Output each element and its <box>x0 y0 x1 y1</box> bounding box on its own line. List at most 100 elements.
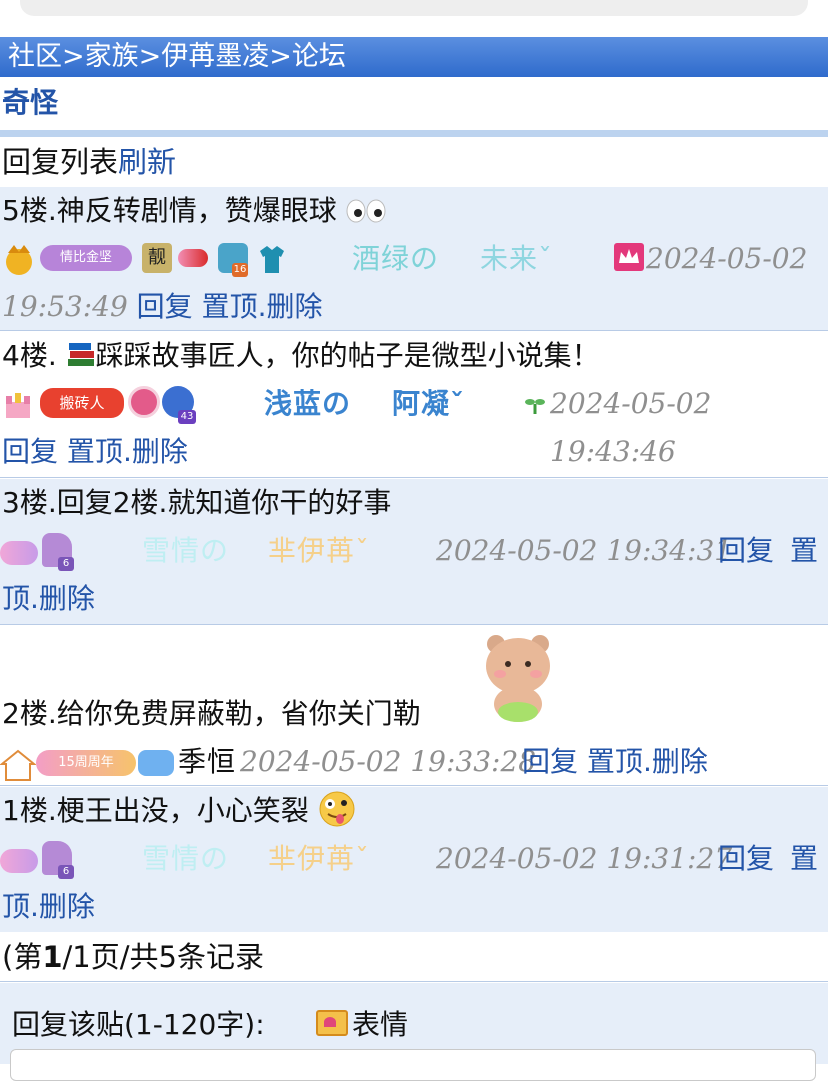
delete-link[interactable]: 删除 <box>267 290 323 323</box>
action-dot: . <box>257 290 267 323</box>
reply-form-label: 回复该贴(1-120字): <box>12 1008 265 1041</box>
pin-link[interactable]: 置顶 <box>202 290 258 323</box>
castle-icon <box>6 393 30 418</box>
pagination-open: (第 <box>2 940 43 974</box>
pagination: (第1/1页/共5条记录 <box>0 932 828 982</box>
badge-love: 情比金坚 <box>40 245 132 271</box>
level-badge: 16 <box>232 263 248 277</box>
house-icon <box>0 749 36 781</box>
user-name-a[interactable]: 雪情の <box>142 527 229 575</box>
badge-worker: 搬砖人 <box>40 388 124 418</box>
pagination-summary: /1页/共5条记录 <box>62 940 264 974</box>
post-content: 回复2楼.就知道你干的好事 <box>56 486 392 519</box>
post-datetime: 2024-05-02 19:33:28 <box>240 745 537 778</box>
user-name-a[interactable]: 酒绿の <box>352 235 439 283</box>
user-name-b[interactable]: 芈伊苒ˇ <box>268 835 370 883</box>
reply-link[interactable]: 回复 <box>137 290 193 323</box>
user-name-b[interactable]: 芈伊苒ˇ <box>268 527 370 575</box>
post-floor-1: 1楼.梗王出没，小心笑裂 6 雪情の 芈伊苒ˇ 2024-05-02 19:31… <box>0 787 828 932</box>
user-name[interactable]: 季恒 <box>178 738 236 786</box>
breadcrumb: 社区>家族>伊苒墨凌>论坛 <box>0 37 828 77</box>
post-text: 3楼.回复2楼.就知道你干的好事 <box>0 479 828 527</box>
refresh-link[interactable]: 刷新 <box>118 145 176 179</box>
post-datetime: 2024-05-02 19:31:27 <box>436 842 733 875</box>
badge-blue <box>138 750 174 776</box>
badge-planet: 43 <box>162 386 196 424</box>
reply-form: 回复该贴(1-120字): 表情 <box>0 983 828 1081</box>
post-actions: 顶.删除 <box>0 883 828 931</box>
post-text: 4楼. 踩踩故事匠人，你的帖子是微型小说集！ <box>0 332 828 380</box>
post-text: 2楼.给你免费屏蔽勒，省你关门勒 <box>0 690 421 738</box>
delete-link[interactable]: 删除 <box>39 890 95 923</box>
browser-address-pill <box>20 0 808 16</box>
post-meta: 情比金坚 靓 16 酒绿の 未来ˇ 2024-05-02 <box>0 235 828 283</box>
crazy-face-icon <box>319 791 355 827</box>
title-divider <box>0 130 828 137</box>
delete-link[interactable]: 删除 <box>652 745 708 778</box>
user-name-b[interactable]: 未来ˇ <box>480 235 553 283</box>
floor-label: 1楼. <box>2 794 57 827</box>
user-name-b[interactable]: 阿凝ˇ <box>392 380 465 428</box>
badge-unicorn: 6 <box>42 841 74 879</box>
badge-fish <box>178 249 208 267</box>
pin-link[interactable]: 置 <box>790 835 818 883</box>
level-badge: 43 <box>178 410 196 424</box>
user-name-a[interactable]: 雪情の <box>142 835 229 883</box>
reply-link[interactable]: 回复 <box>522 745 578 778</box>
post-content: 给你免费屏蔽勒，省你关门勒 <box>56 697 421 730</box>
delete-link[interactable]: 删除 <box>132 435 188 468</box>
badge-car: 16 <box>218 243 248 277</box>
badge-circle <box>128 386 160 418</box>
level-badge: 6 <box>58 865 74 879</box>
floor-label: 2楼. <box>2 697 57 730</box>
breadcrumb-forum[interactable]: 论坛 <box>292 41 346 72</box>
post-floor-5: 5楼.神反转剧情，赞爆眼球 情比金坚 靓 16 酒绿の 未来ˇ 2024-05-… <box>0 187 828 331</box>
action-dot: . <box>642 745 652 778</box>
emoji-button[interactable]: 表情 <box>316 1003 408 1043</box>
breadcrumb-sep: > <box>138 41 162 72</box>
reply-link[interactable]: 回复 <box>718 835 774 883</box>
breadcrumb-family[interactable]: 家族 <box>85 41 139 72</box>
post-content: 神反转剧情，赞爆眼球 <box>56 194 337 227</box>
bear-sticker <box>486 635 550 722</box>
post-floor-4: 4楼. 踩踩故事匠人，你的帖子是微型小说集！ 搬砖人 43 浅蓝の 阿凝ˇ 20… <box>0 332 828 478</box>
post-meta: 15周周年 季恒 2024-05-02 19:33:28 回复 置顶.删除 <box>0 738 828 786</box>
reply-list-label: 回复列表 <box>2 145 119 179</box>
medal-icon <box>6 245 32 275</box>
reply-link[interactable]: 回复 <box>2 435 58 468</box>
envelope-icon <box>316 1010 348 1036</box>
post-floor-3: 3楼.回复2楼.就知道你干的好事 6 雪情の 芈伊苒ˇ 2024-05-02 1… <box>0 479 828 625</box>
emoji-label: 表情 <box>352 1008 409 1041</box>
breadcrumb-community[interactable]: 社区 <box>8 41 62 72</box>
floor-label: 4楼. <box>2 339 57 372</box>
badge-anniversary: 15周周年 <box>36 750 136 776</box>
breadcrumb-sep: > <box>269 41 292 72</box>
floor-label: 3楼. <box>2 486 57 519</box>
reply-textarea[interactable] <box>10 1049 816 1081</box>
post-datetime: 2024-05-02 19:34:31 <box>436 534 733 567</box>
post-meta: 搬砖人 43 浅蓝の 阿凝ˇ 2024-05-02 19:43:46 <box>0 380 828 468</box>
pin-link[interactable]: 置顶 <box>587 745 643 778</box>
post-meta: 6 雪情の 芈伊苒ˇ 2024-05-02 19:34:31 回复 置 <box>0 527 828 575</box>
post-actions: 回复 置顶.删除 <box>522 738 708 786</box>
user-name-a[interactable]: 浅蓝の <box>264 380 351 428</box>
pin-link-cont[interactable]: 顶 <box>2 582 30 615</box>
floor-label: 5楼. <box>2 194 57 227</box>
breadcrumb-sep: > <box>62 41 85 72</box>
reply-link[interactable]: 回复 <box>718 527 774 575</box>
pin-link[interactable]: 置 <box>790 527 818 575</box>
action-dot: . <box>30 890 39 923</box>
pin-link[interactable]: 置顶 <box>67 435 123 468</box>
action-dot: . <box>122 435 132 468</box>
post-meta: 6 雪情の 芈伊苒ˇ 2024-05-02 19:31:27 回复 置 <box>0 835 828 883</box>
breadcrumb-clan[interactable]: 伊苒墨凌 <box>161 41 269 72</box>
post-datetime: 2024-05-02 19:43:46 <box>550 387 712 468</box>
top-bar <box>0 0 828 36</box>
reply-list-header: 回复列表刷新 <box>0 138 828 186</box>
action-dot: . <box>30 582 39 615</box>
badge-liang: 靓 <box>142 243 172 273</box>
pin-link-cont[interactable]: 顶 <box>2 890 30 923</box>
delete-link[interactable]: 删除 <box>39 582 95 615</box>
post-content: 梗王出没，小心笑裂 <box>56 794 309 827</box>
current-page: 1 <box>42 940 63 974</box>
